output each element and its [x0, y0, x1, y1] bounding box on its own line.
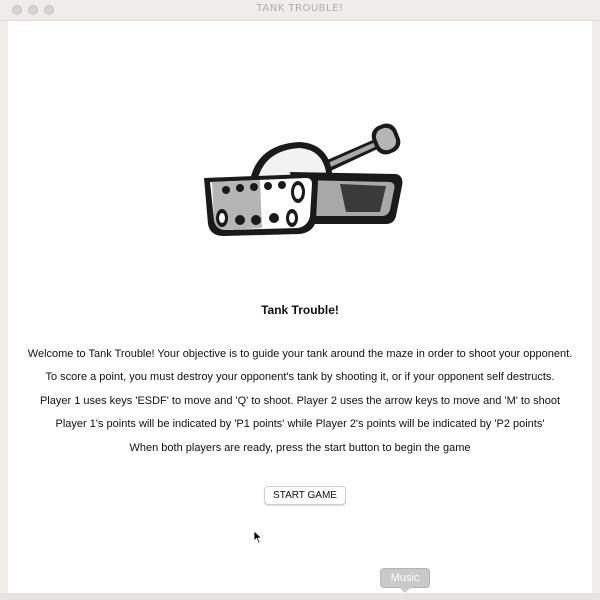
tank-treads: [204, 174, 318, 236]
instructions-text: Welcome to Tank Trouble! Your objective …: [0, 346, 600, 463]
tooltip-arrow-icon: [399, 587, 411, 593]
tank-barrel: [318, 123, 401, 174]
instruction-line: To score a point, you must destroy your …: [45, 371, 555, 384]
title-bar[interactable]: TANK TROUBLE!: [0, 0, 600, 21]
dock-bar: [0, 593, 600, 600]
mouse-pointer-icon: [253, 530, 263, 544]
music-tooltip: Music: [380, 568, 430, 588]
app-window: TANK TROUBLE! Tank Trouble! Welcome to T…: [0, 0, 600, 600]
start-game-button[interactable]: START GAME: [264, 486, 346, 505]
window-title: TANK TROUBLE!: [256, 3, 344, 14]
instruction-line: Player 1 uses keys 'ESDF' to move and 'Q…: [39, 394, 561, 407]
game-heading: Tank Trouble!: [261, 303, 339, 317]
instruction-line: When both players are ready, press the s…: [129, 441, 471, 454]
instruction-line: Welcome to Tank Trouble! Your objective …: [27, 348, 573, 360]
tank-icon: [204, 123, 403, 236]
instruction-line: Player 1's points will be indicated by '…: [55, 418, 545, 431]
